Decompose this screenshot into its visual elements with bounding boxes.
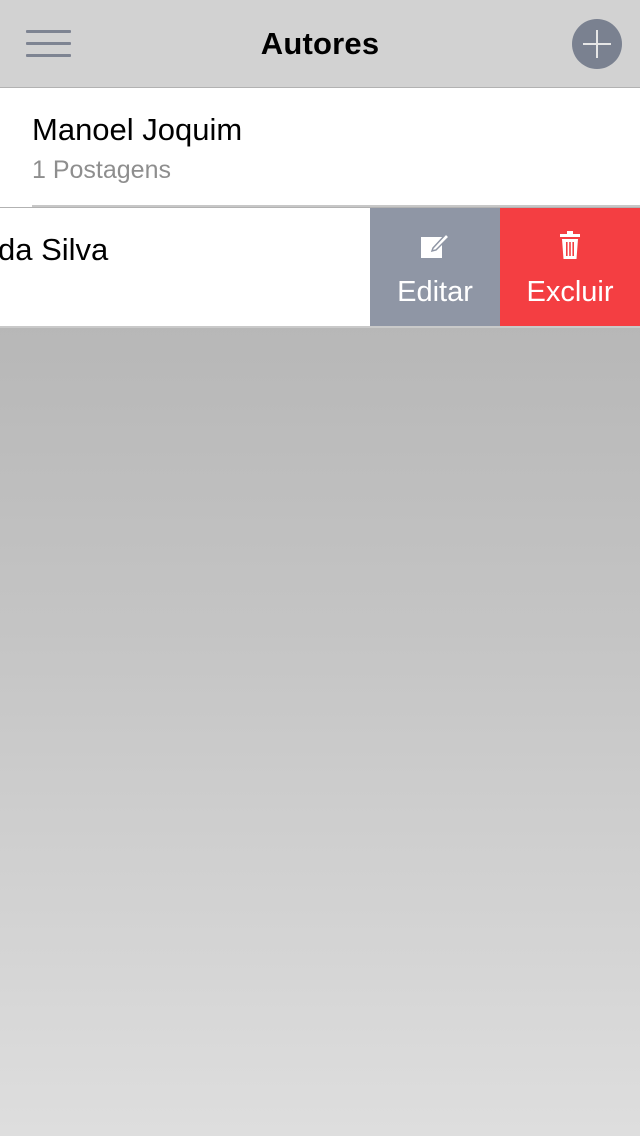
page-title: Autores — [260, 26, 380, 61]
author-name: Manoel Joquim — [32, 112, 243, 147]
delete-button[interactable]: Excluir — [500, 208, 640, 327]
list-bottom-separator — [0, 326, 640, 328]
row-separator — [32, 205, 640, 207]
delete-label: Excluir — [526, 276, 614, 308]
edit-button[interactable]: Editar — [370, 208, 500, 327]
add-author-button[interactable] — [572, 19, 622, 69]
trash-icon — [560, 231, 580, 259]
author-row[interactable]: Manoel Joquim 1 Postagens — [0, 88, 640, 207]
edit-label: Editar — [397, 276, 473, 308]
edit-icon — [421, 232, 450, 258]
author-name: da Silva — [0, 232, 109, 267]
author-row-content[interactable]: da Silva — [0, 208, 370, 327]
author-post-count: 1 Postagens — [32, 156, 171, 184]
author-row-swiped[interactable]: da Silva Editar Excluir — [0, 208, 640, 327]
navigation-bar: Autores — [0, 0, 640, 88]
